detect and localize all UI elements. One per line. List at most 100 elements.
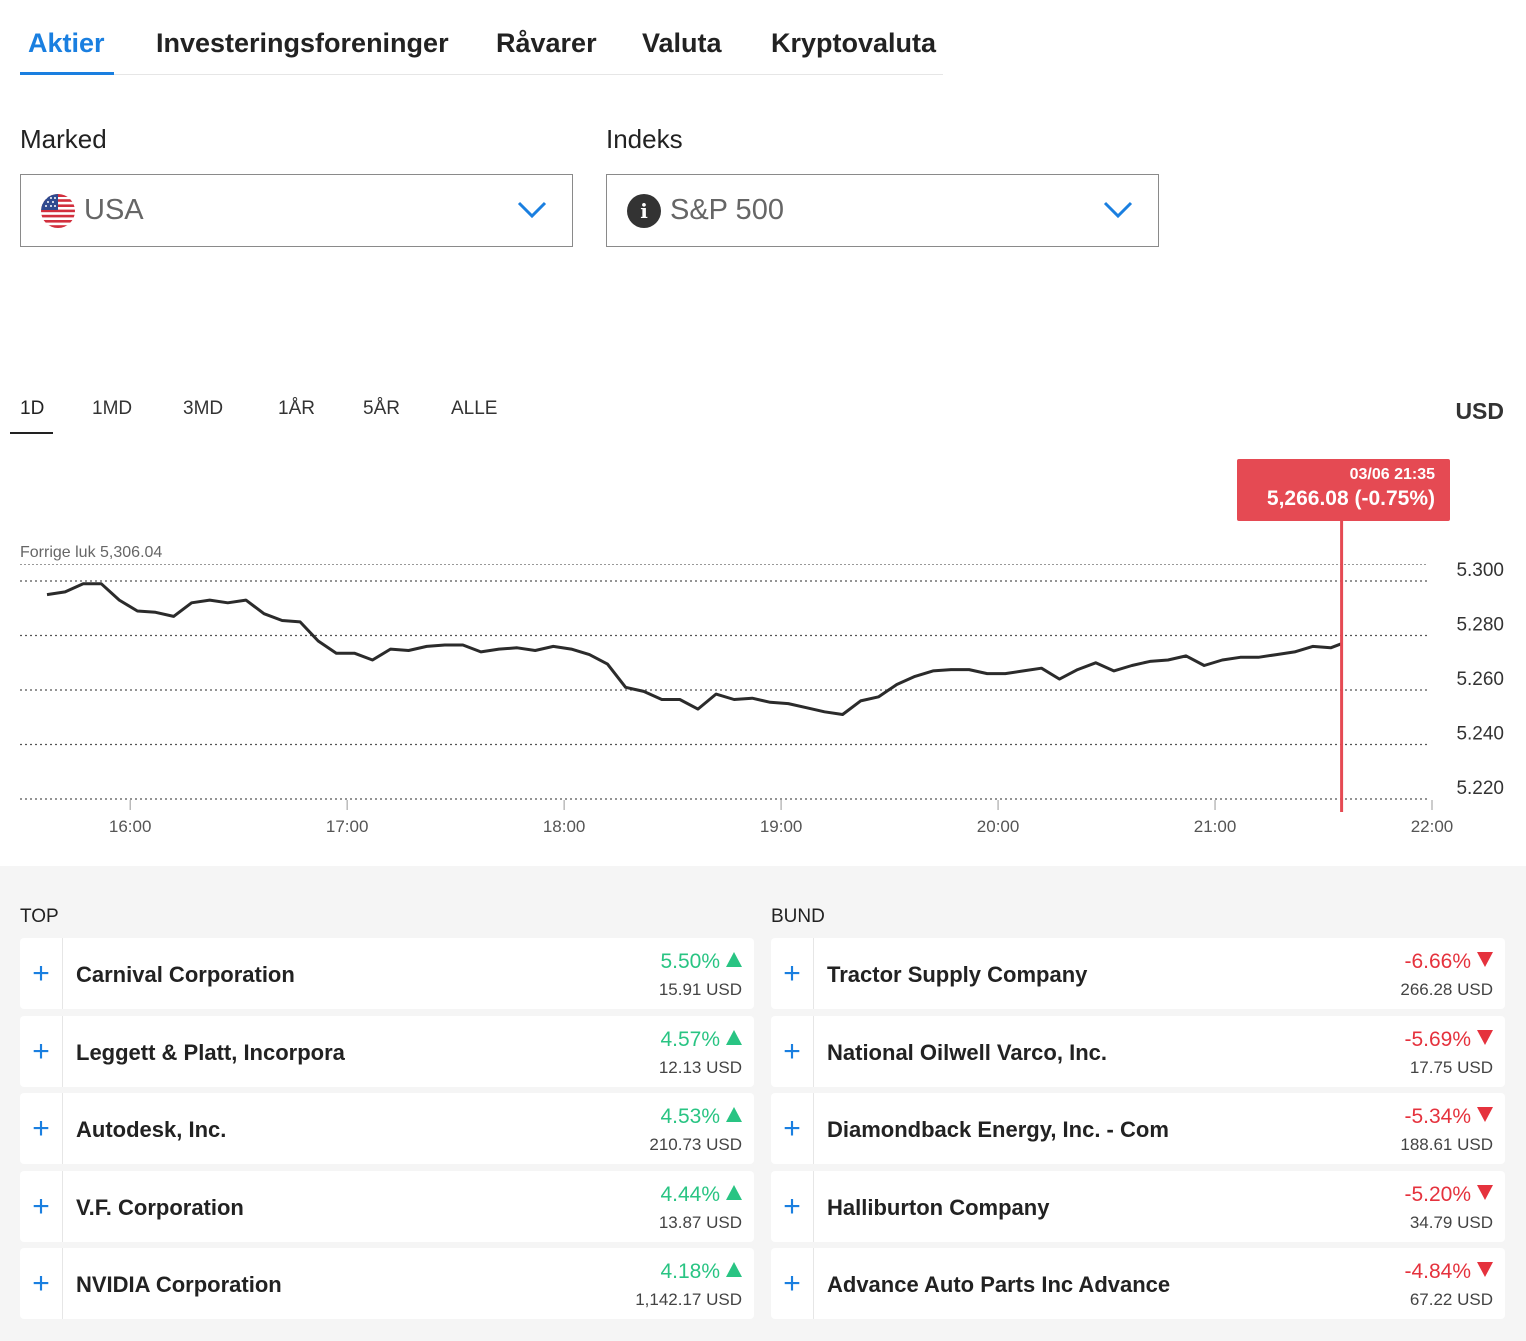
triangle-down-icon (1477, 1030, 1493, 1045)
stock-name: Diamondback Energy, Inc. - Com (827, 1117, 1169, 1142)
change-percent: -5.20% (1404, 1183, 1493, 1207)
range-3md[interactable]: 3MD (183, 398, 223, 420)
add-to-watchlist-button[interactable]: + (771, 1171, 814, 1242)
x-tick-label: 18:00 (543, 817, 586, 836)
change-percent: -5.69% (1404, 1028, 1493, 1052)
stock-price: 13.87 USD (658, 1213, 742, 1232)
asset-tabs: Aktier Investeringsforeninger Råvarer Va… (20, 0, 943, 75)
list-item[interactable]: + Leggett & Platt, Incorpora 4.57% 12.13 US… (20, 1016, 754, 1087)
change-percent: 4.57% (660, 1028, 742, 1052)
x-tick-label: 19:00 (760, 817, 803, 836)
market-label: Marked (20, 124, 107, 154)
x-tick-label: 22:00 (1411, 817, 1454, 836)
add-to-watchlist-button[interactable]: + (20, 1016, 63, 1087)
list-item[interactable]: + National Oilwell Varco, Inc. -5.69% 17.75… (771, 1016, 1505, 1087)
change-percent: 4.18% (660, 1260, 742, 1284)
stock-price: 1,142.17 USD (635, 1290, 742, 1309)
stock-price: 266.28 USD (1400, 980, 1493, 999)
triangle-down-icon (1477, 952, 1493, 967)
tab-valuta[interactable]: Valuta (642, 28, 722, 59)
list-item[interactable]: + Diamondback Energy, Inc. - Com -5.34% 188… (771, 1093, 1505, 1164)
tab-kryptovaluta[interactable]: Kryptovaluta (771, 28, 936, 59)
market-select[interactable]: USA (20, 174, 573, 247)
triangle-up-icon (726, 1262, 742, 1277)
x-tick-label: 17:00 (326, 817, 369, 836)
tab-ravarer[interactable]: Råvarer (496, 28, 597, 59)
triangle-up-icon (726, 1185, 742, 1200)
stock-name: Autodesk, Inc. (76, 1117, 227, 1142)
change-percent: 4.53% (660, 1105, 742, 1129)
index-label: Indeks (606, 124, 683, 154)
change-percent: 4.44% (660, 1183, 742, 1207)
add-to-watchlist-button[interactable]: + (20, 938, 63, 1009)
y-tick-label: 5.240 (1456, 724, 1504, 745)
prev-close-label: Forrige luk 5,306.04 (20, 544, 162, 561)
add-to-watchlist-button[interactable]: + (771, 1248, 814, 1319)
add-to-watchlist-button[interactable]: + (20, 1093, 63, 1164)
price-series-line (46, 582, 1343, 716)
change-percent: -6.66% (1404, 950, 1493, 974)
stock-name: Advance Auto Parts Inc Advance (827, 1272, 1171, 1297)
range-1md[interactable]: 1MD (92, 398, 132, 420)
range-5ar[interactable]: 5ÅR (363, 398, 400, 420)
add-to-watchlist-button[interactable]: + (771, 938, 814, 1009)
stock-price: 34.79 USD (1409, 1213, 1493, 1232)
list-item[interactable]: + Advance Auto Parts Inc Advance -4.84% 67.… (771, 1248, 1505, 1319)
chevron-down-icon (517, 201, 547, 219)
triangle-up-icon (726, 952, 742, 967)
top-title: TOP (20, 906, 59, 927)
us-flag-icon (41, 194, 75, 228)
x-tick-label: 16:00 (109, 817, 152, 836)
list-item[interactable]: + NVIDIA Corporation 4.18% 1,142.17 USD (20, 1248, 754, 1319)
list-item[interactable]: + Autodesk, Inc. 4.53% 210.73 USD (20, 1093, 754, 1164)
tooltip-value: 5,266.08 (-0.75%) (1266, 487, 1435, 510)
range-1ar[interactable]: 1ÅR (278, 398, 315, 420)
triangle-up-icon (726, 1107, 742, 1122)
x-tick-label: 20:00 (977, 817, 1020, 836)
tooltip-datetime: 03/06 21:35 (1349, 466, 1435, 483)
price-tooltip: 03/06 21:35 5,266.08 (-0.75%) (1237, 459, 1450, 521)
tab-investeringsforeninger[interactable]: Investeringsforeninger (156, 28, 449, 59)
active-tab-indicator (20, 72, 114, 75)
change-percent: 5.50% (660, 950, 742, 974)
stock-price: 15.91 USD (658, 980, 742, 999)
stock-name: Tractor Supply Company (827, 962, 1088, 987)
y-tick-label: 5.300 (1456, 560, 1504, 581)
index-value: S&P 500 (670, 194, 784, 226)
stock-name: V.F. Corporation (76, 1195, 244, 1220)
stock-price: 67.22 USD (1409, 1290, 1493, 1309)
y-tick-label: 5.280 (1456, 615, 1504, 636)
add-to-watchlist-button[interactable]: + (771, 1016, 814, 1087)
market-value: USA (84, 194, 144, 226)
range-1d[interactable]: 1D (20, 398, 44, 420)
list-item[interactable]: + V.F. Corporation 4.44% 13.87 USD (20, 1171, 754, 1242)
stock-name: Carnival Corporation (76, 962, 295, 987)
add-to-watchlist-button[interactable]: + (771, 1093, 814, 1164)
stock-price: 12.13 USD (658, 1058, 742, 1077)
bottom-title: BUND (771, 906, 825, 927)
change-percent: -5.34% (1404, 1105, 1493, 1129)
info-icon: i (627, 194, 661, 228)
active-range-indicator (10, 432, 53, 434)
stock-name: Halliburton Company (827, 1195, 1050, 1220)
index-select[interactable]: i S&P 500 (606, 174, 1159, 247)
stock-price: 17.75 USD (1409, 1058, 1493, 1077)
add-to-watchlist-button[interactable]: + (20, 1171, 63, 1242)
add-to-watchlist-button[interactable]: + (20, 1248, 63, 1319)
list-item[interactable]: + Carnival Corporation 5.50% 15.91 USD (20, 938, 754, 1009)
stock-name: NVIDIA Corporation (76, 1272, 282, 1297)
y-tick-label: 5.260 (1456, 669, 1504, 690)
tab-aktier[interactable]: Aktier (28, 28, 105, 59)
list-item[interactable]: + Halliburton Company -5.20% 34.79 USD (771, 1171, 1505, 1242)
stock-price: 188.61 USD (1400, 1135, 1493, 1154)
y-tick-label: 5.220 (1456, 778, 1504, 799)
triangle-down-icon (1477, 1185, 1493, 1200)
currency-label: USD (1455, 398, 1504, 424)
triangle-down-icon (1477, 1107, 1493, 1122)
range-alle[interactable]: ALLE (451, 398, 497, 420)
stock-name: National Oilwell Varco, Inc. (827, 1040, 1107, 1065)
x-tick-label: 21:00 (1194, 817, 1237, 836)
stock-name: Leggett & Platt, Incorpora (76, 1040, 345, 1065)
list-item[interactable]: + Tractor Supply Company -6.66% 266.28 USD (771, 938, 1505, 1009)
stock-price: 210.73 USD (649, 1135, 742, 1154)
